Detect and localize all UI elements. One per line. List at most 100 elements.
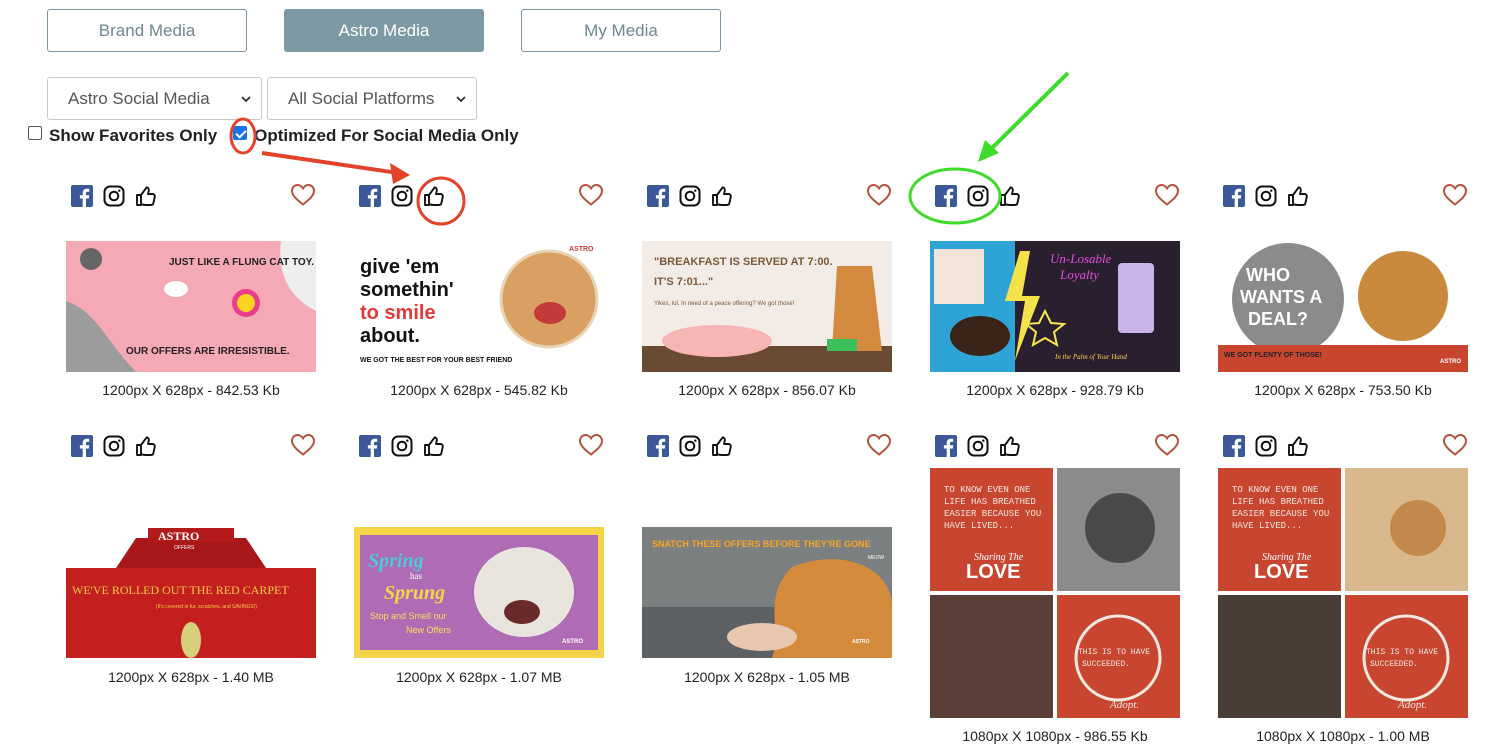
thumbs-up-icon[interactable] <box>1287 435 1309 457</box>
facebook-icon[interactable] <box>1223 435 1245 457</box>
media-caption: 1200px X 628px - 1.40 MB <box>108 669 274 685</box>
thumbs-up-icon[interactable] <box>423 435 445 457</box>
instagram-icon[interactable] <box>679 185 701 207</box>
media-card: TO KNOW EVEN ONE LIFE HAS BREATHED EASIE… <box>930 433 1180 748</box>
svg-text:Un-Losable: Un-Losable <box>1050 251 1112 266</box>
heart-icon[interactable] <box>1442 183 1468 207</box>
heart-icon[interactable] <box>578 183 604 207</box>
thumbs-up-icon[interactable] <box>135 185 157 207</box>
svg-text:OFFERS: OFFERS <box>174 545 195 551</box>
heart-icon[interactable] <box>1154 183 1180 207</box>
thumbs-up-icon[interactable] <box>999 185 1021 207</box>
svg-text:Loyalty: Loyalty <box>1059 267 1099 282</box>
media-thumbnail[interactable]: "BREAKFAST IS SERVED AT 7:00. IT'S 7:01.… <box>642 241 892 372</box>
svg-text:HAVE LIVED...: HAVE LIVED... <box>944 521 1014 531</box>
media-thumbnail[interactable]: JUST LIKE A FLUNG CAT TOY. OUR OFFERS AR… <box>66 241 316 372</box>
media-thumbnail[interactable]: ASTRO OFFERS WE'VE ROLLED OUT THE RED CA… <box>66 528 316 658</box>
thumbnail-image[interactable]: JUST LIKE A FLUNG CAT TOY. OUR OFFERS AR… <box>66 241 316 372</box>
thumbs-up-icon[interactable] <box>711 185 733 207</box>
thumbnail-image[interactable]: give 'em somethin' to smile about. WE GO… <box>354 241 604 372</box>
thumbnail-image[interactable]: SNATCH THESE OFFERS BEFORE THEY'RE GONE … <box>642 527 892 658</box>
svg-text:somethin': somethin' <box>360 279 454 301</box>
facebook-icon[interactable] <box>647 185 669 207</box>
heart-icon[interactable] <box>578 433 604 457</box>
thumbs-up-icon[interactable] <box>711 435 733 457</box>
svg-text:ASTRO: ASTRO <box>1440 359 1461 365</box>
favorites-toggle[interactable]: Show Favorites Only <box>28 126 217 146</box>
svg-text:LOVE: LOVE <box>966 561 1020 583</box>
svg-text:JUST LIKE A FLUNG CAT TOY.: JUST LIKE A FLUNG CAT TOY. <box>169 257 314 268</box>
svg-text:"BREAKFAST IS SERVED AT 7:00.: "BREAKFAST IS SERVED AT 7:00. <box>654 256 833 268</box>
media-caption: 1200px X 628px - 1.07 MB <box>396 669 562 685</box>
heart-icon[interactable] <box>866 183 892 207</box>
svg-text:SUCCEEDED.: SUCCEEDED. <box>1370 660 1418 669</box>
thumbnail-image[interactable]: TO KNOW EVEN ONE LIFE HAS BREATHED EASIE… <box>930 468 1180 718</box>
instagram-icon[interactable] <box>967 435 989 457</box>
thumbnail-image[interactable]: Spring has Sprung Stop and Smell our New… <box>354 527 604 658</box>
media-thumbnail[interactable]: WHO WANTS A DEAL? WE GOT PLENTY OF THOSE… <box>1218 241 1468 372</box>
svg-text:Yikes, lol. In need of a peace: Yikes, lol. In need of a peace offering?… <box>654 301 795 307</box>
media-card: TO KNOW EVEN ONE LIFE HAS BREATHED EASIE… <box>1218 433 1468 748</box>
svg-text:ASTRO: ASTRO <box>569 246 594 253</box>
favorites-checkbox[interactable] <box>28 126 42 140</box>
heart-icon[interactable] <box>866 433 892 457</box>
facebook-icon[interactable] <box>71 435 93 457</box>
svg-text:LIFE HAS BREATHED: LIFE HAS BREATHED <box>944 497 1036 507</box>
instagram-icon[interactable] <box>103 435 125 457</box>
tab-my-media[interactable]: My Media <box>521 9 721 52</box>
facebook-icon[interactable] <box>1223 185 1245 207</box>
media-thumbnail[interactable]: give 'em somethin' to smile about. WE GO… <box>354 241 604 372</box>
instagram-icon[interactable] <box>391 435 413 457</box>
category-select[interactable]: Astro Social Media <box>47 77 262 120</box>
thumbnail-image[interactable]: TO KNOW EVEN ONE LIFE HAS BREATHED EASIE… <box>1218 468 1468 718</box>
media-caption: 1200px X 628px - 856.07 Kb <box>678 382 856 398</box>
heart-icon[interactable] <box>290 183 316 207</box>
svg-text:Spring: Spring <box>368 550 424 572</box>
instagram-icon[interactable] <box>967 185 989 207</box>
facebook-icon[interactable] <box>359 185 381 207</box>
thumbs-up-icon[interactable] <box>423 185 445 207</box>
facebook-icon[interactable] <box>935 185 957 207</box>
instagram-icon[interactable] <box>103 185 125 207</box>
thumbnail-image[interactable]: ASTRO OFFERS WE'VE ROLLED OUT THE RED CA… <box>66 528 316 658</box>
thumbnail-image[interactable]: Un-Losable Loyalty In the Palm of Your H… <box>930 241 1180 372</box>
category-select-value: Astro Social Media <box>68 88 210 108</box>
facebook-icon[interactable] <box>647 435 669 457</box>
instagram-icon[interactable] <box>1255 435 1277 457</box>
tab-astro-media[interactable]: Astro Media <box>284 9 484 52</box>
media-thumbnail[interactable]: SNATCH THESE OFFERS BEFORE THEY'RE GONE … <box>642 527 892 658</box>
svg-text:WE'VE ROLLED OUT THE RED CARPE: WE'VE ROLLED OUT THE RED CARPET <box>72 583 289 597</box>
svg-text:Adopt.: Adopt. <box>1109 699 1139 711</box>
media-thumbnail[interactable]: TO KNOW EVEN ONE LIFE HAS BREATHED EASIE… <box>930 468 1180 718</box>
svg-text:New Offers: New Offers <box>406 625 451 635</box>
instagram-icon[interactable] <box>679 435 701 457</box>
thumbs-up-icon[interactable] <box>135 435 157 457</box>
social-platform-icons <box>1223 183 1319 209</box>
thumbs-up-icon[interactable] <box>999 435 1021 457</box>
social-platform-icons <box>359 433 455 459</box>
media-thumbnail[interactable]: Un-Losable Loyalty In the Palm of Your H… <box>930 241 1180 372</box>
thumbs-up-icon[interactable] <box>1287 185 1309 207</box>
svg-text:HAVE LIVED...: HAVE LIVED... <box>1232 521 1302 531</box>
heart-icon[interactable] <box>290 433 316 457</box>
social-platform-icons <box>71 183 167 209</box>
optimized-toggle[interactable]: Optimized For Social Media Only <box>233 126 519 146</box>
chevron-down-icon <box>241 95 251 102</box>
optimized-checkbox[interactable] <box>233 126 248 140</box>
facebook-icon[interactable] <box>935 435 957 457</box>
tab-brand-media[interactable]: Brand Media <box>47 9 247 52</box>
media-thumbnail[interactable]: TO KNOW EVEN ONE LIFE HAS BREATHED EASIE… <box>1218 468 1468 718</box>
instagram-icon[interactable] <box>391 185 413 207</box>
svg-text:SUCCEEDED.: SUCCEEDED. <box>1082 660 1130 669</box>
heart-icon[interactable] <box>1154 433 1180 457</box>
instagram-icon[interactable] <box>1255 185 1277 207</box>
thumbnail-image[interactable]: WHO WANTS A DEAL? WE GOT PLENTY OF THOSE… <box>1218 241 1468 372</box>
media-caption: 1080px X 1080px - 1.00 MB <box>1256 728 1430 744</box>
svg-text:EASIER BECAUSE YOU: EASIER BECAUSE YOU <box>944 509 1041 519</box>
thumbnail-image[interactable]: "BREAKFAST IS SERVED AT 7:00. IT'S 7:01.… <box>642 241 892 372</box>
media-thumbnail[interactable]: Spring has Sprung Stop and Smell our New… <box>354 527 604 658</box>
facebook-icon[interactable] <box>359 435 381 457</box>
facebook-icon[interactable] <box>71 185 93 207</box>
heart-icon[interactable] <box>1442 433 1468 457</box>
platform-select[interactable]: All Social Platforms <box>267 77 477 120</box>
